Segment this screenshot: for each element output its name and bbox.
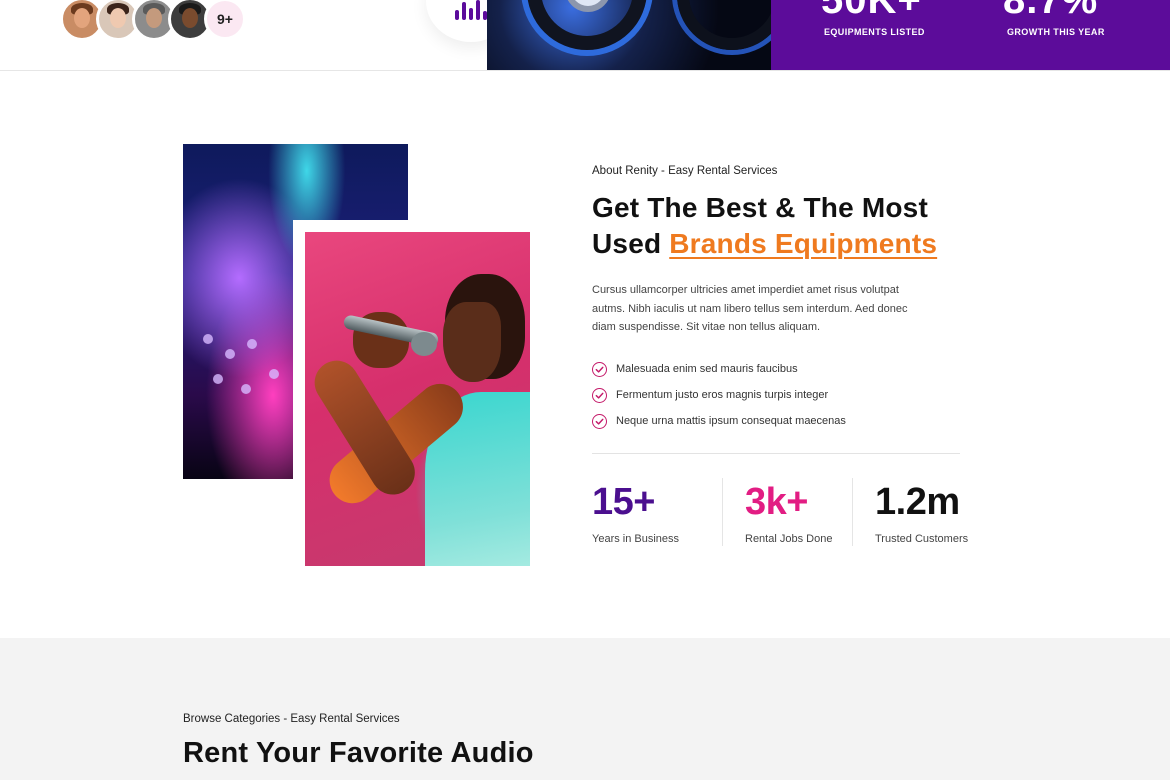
about-description: Cursus ullamcorper ultricies amet imperd… (592, 284, 908, 333)
about-eyebrow: About Renity - Easy Rental Services (592, 165, 778, 177)
list-item: Neque urna mattis ipsum consequat maecen… (592, 408, 846, 434)
categories-section: Browse Categories - Easy Rental Services… (0, 638, 1170, 780)
divider (592, 453, 960, 454)
list-item: Fermentum justo eros magnis turpis integ… (592, 382, 846, 408)
stat-jobs: 3k+ Rental Jobs Done (722, 478, 852, 546)
about-stats: 15+ Years in Business 3k+ Rental Jobs Do… (592, 478, 982, 546)
stat-value: 15+ (592, 481, 655, 523)
stat-label: Years in Business (592, 533, 680, 545)
check-circle-icon (592, 413, 607, 429)
about-headline: Get The Best & The Most Used Brands Equi… (592, 190, 972, 262)
check-circle-icon (592, 361, 607, 377)
top-strip: 9+ 50K+ EQUIPMENTS LISTED 8.7% GROWTH TH… (0, 0, 1170, 71)
list-item-text: Fermentum justo eros magnis turpis integ… (616, 389, 829, 401)
speaker-image (487, 0, 772, 70)
list-item-text: Malesuada enim sed mauris faucibus (616, 363, 798, 375)
avatar-more-count: 9+ (204, 0, 246, 40)
feature-checklist: Malesuada enim sed mauris faucibus Ferme… (592, 356, 846, 434)
stat-growth-label: GROWTH THIS YEAR (1007, 27, 1105, 37)
stat-equipments-label: EQUIPMENTS LISTED (824, 27, 925, 37)
categories-eyebrow: Browse Categories - Easy Rental Services (183, 713, 400, 725)
singer-image (305, 232, 530, 566)
stat-label: Trusted Customers (875, 533, 969, 545)
categories-title: Rent Your Favorite Audio (183, 737, 534, 769)
stats-banner: 50K+ EQUIPMENTS LISTED 8.7% GROWTH THIS … (771, 0, 1170, 70)
stat-growth-value: 8.7% (1003, 0, 1099, 22)
list-item: Malesuada enim sed mauris faucibus (592, 356, 846, 382)
check-circle-icon (592, 387, 607, 403)
stat-value: 1.2m (875, 481, 960, 523)
stat-label: Rental Jobs Done (745, 533, 833, 545)
stat-years: 15+ Years in Business (592, 478, 722, 546)
list-item-text: Neque urna mattis ipsum consequat maecen… (616, 415, 846, 427)
headline-accent: Brands Equipments (669, 228, 938, 259)
customer-avatars: 9+ (60, 0, 246, 41)
stat-equipments-value: 50K+ (821, 0, 922, 22)
stat-customers: 1.2m Trusted Customers (852, 478, 982, 546)
singer-image-frame (293, 220, 541, 578)
stat-value: 3k+ (745, 481, 808, 523)
